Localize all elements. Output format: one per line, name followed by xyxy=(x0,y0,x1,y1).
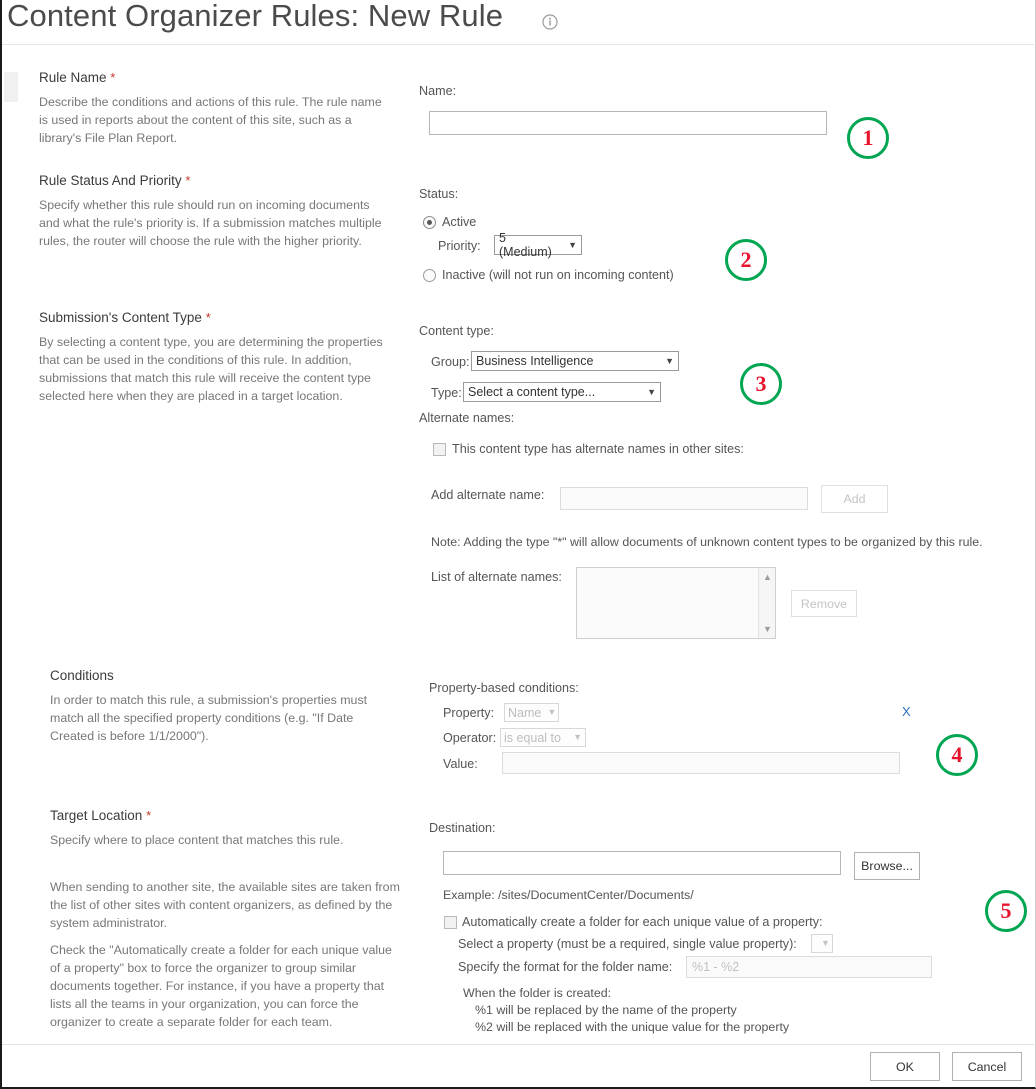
rule-name-input[interactable] xyxy=(429,111,827,135)
section-description-conditions: In order to match this rule, a submissio… xyxy=(50,693,368,743)
destination-input[interactable] xyxy=(443,851,841,875)
section-heading-rule-name: Rule Name * xyxy=(39,70,115,85)
group-label: Group: xyxy=(431,355,470,369)
type-select-value: Select a content type... xyxy=(468,385,596,399)
alternate-names-note: Note: Adding the type "*" will allow doc… xyxy=(431,535,983,549)
section-title-text: Conditions xyxy=(50,668,114,683)
select-property-label: Select a property (must be a required, s… xyxy=(458,937,797,951)
footer-divider xyxy=(2,1044,1036,1045)
radio-active[interactable] xyxy=(423,216,436,229)
operator-select-value: is equal to xyxy=(504,730,561,745)
property-select-value: Name xyxy=(508,705,542,720)
content-organizer-rule-page: Content Organizer Rules: New Rule Rule N… xyxy=(0,0,1036,1089)
add-alternate-name-input[interactable] xyxy=(560,487,808,510)
alternate-names-checkbox-label: This content type has alternate names in… xyxy=(452,442,744,456)
add-alternate-name-button[interactable]: Add xyxy=(821,485,888,513)
listbox-scrollbar[interactable]: ▲ ▼ xyxy=(758,568,775,638)
token-1-description: %1 will be replaced by the name of the p… xyxy=(475,1003,737,1017)
section-heading-target-location: Target Location * xyxy=(50,808,151,823)
section-heading-content-type: Submission's Content Type * xyxy=(39,310,211,325)
operator-label: Operator: xyxy=(443,731,497,745)
destination-example: Example: /sites/DocumentCenter/Documents… xyxy=(443,888,694,902)
group-select-value: Business Intelligence xyxy=(476,354,594,368)
section-title-text: Rule Status And Priority xyxy=(39,173,182,188)
alternate-names-checkbox[interactable] xyxy=(433,443,446,456)
chevron-down-icon: ▼ xyxy=(647,386,656,397)
value-label: Value: xyxy=(443,757,478,771)
folder-property-select[interactable]: ▼ xyxy=(811,934,833,953)
annotation-badge-3: 3 xyxy=(740,363,782,405)
annotation-badge-1: 1 xyxy=(847,117,889,159)
content-type-type-select[interactable]: Select a content type... ▼ xyxy=(463,382,661,402)
folder-name-format-input[interactable] xyxy=(686,956,932,978)
info-icon[interactable] xyxy=(542,14,558,30)
status-label: Status: xyxy=(419,187,459,201)
section-description-target-location-3: Check the "Automatically create a folder… xyxy=(50,943,392,1029)
priority-label: Priority: xyxy=(438,239,481,253)
scroll-down-icon[interactable]: ▼ xyxy=(759,622,776,636)
folder-name-format-label: Specify the format for the folder name: xyxy=(458,960,673,974)
name-field-label: Name: xyxy=(419,84,457,98)
required-asterisk: * xyxy=(146,808,152,823)
chevron-down-icon: ▼ xyxy=(665,355,674,366)
condition-property-select[interactable]: Name ▼ xyxy=(504,703,559,722)
section-description-target-location-2: When sending to another site, the availa… xyxy=(50,880,400,930)
alternate-names-listbox[interactable]: ▲ ▼ xyxy=(576,567,776,639)
annotation-badge-5: 5 xyxy=(985,890,1027,932)
auto-create-folder-checkbox[interactable] xyxy=(444,916,457,929)
destination-label: Destination: xyxy=(429,821,496,835)
section-title-text: Target Location xyxy=(50,808,143,823)
section-description-content-type: By selecting a content type, you are det… xyxy=(39,335,383,403)
content-type-group-select[interactable]: Business Intelligence ▼ xyxy=(471,351,679,371)
radio-inactive[interactable] xyxy=(423,269,436,282)
section-heading-rule-status: Rule Status And Priority * xyxy=(39,173,190,188)
content-type-label: Content type: xyxy=(419,324,494,338)
property-based-conditions-label: Property-based conditions: xyxy=(429,681,579,695)
annotation-badge-2: 2 xyxy=(725,239,767,281)
radio-active-label: Active xyxy=(442,215,477,229)
required-asterisk: * xyxy=(205,310,211,325)
priority-select[interactable]: 5 (Medium) ▼ xyxy=(494,231,582,259)
section-title-text: Rule Name xyxy=(39,70,107,85)
ok-button[interactable]: OK xyxy=(870,1052,940,1081)
auto-create-folder-label: Automatically create a folder for each u… xyxy=(462,915,823,929)
priority-select-value: 5 (Medium) xyxy=(499,231,552,259)
remove-condition-link[interactable]: X xyxy=(902,704,911,719)
scroll-up-icon[interactable]: ▲ xyxy=(759,570,776,584)
list-of-alternate-names-label: List of alternate names: xyxy=(431,570,562,584)
condition-value-input[interactable] xyxy=(502,752,900,774)
section-description-target-location: Specify where to place content that matc… xyxy=(50,833,344,847)
required-asterisk: * xyxy=(110,70,116,85)
title-divider xyxy=(2,44,1036,45)
title-bar: Content Organizer Rules: New Rule xyxy=(2,0,1036,45)
section-heading-conditions: Conditions xyxy=(50,668,114,683)
chevron-down-icon: ▼ xyxy=(547,707,557,717)
required-asterisk: * xyxy=(185,173,191,188)
page-title: Content Organizer Rules: New Rule xyxy=(7,0,504,33)
when-folder-created-label: When the folder is created: xyxy=(463,986,612,1000)
remove-alternate-name-button[interactable]: Remove xyxy=(791,590,857,617)
condition-operator-select[interactable]: is equal to ▼ xyxy=(500,728,586,747)
radio-inactive-label: Inactive (will not run on incoming conte… xyxy=(442,268,674,282)
chevron-down-icon: ▼ xyxy=(821,938,830,948)
cancel-button[interactable]: Cancel xyxy=(952,1052,1022,1081)
type-label: Type: xyxy=(431,386,462,400)
token-2-description: %2 will be replaced with the unique valu… xyxy=(475,1020,790,1034)
section-description-rule-status: Specify whether this rule should run on … xyxy=(39,198,382,248)
section-title-text: Submission's Content Type xyxy=(39,310,202,325)
chevron-down-icon: ▼ xyxy=(573,732,582,742)
section-description-rule-name: Describe the conditions and actions of t… xyxy=(39,95,382,145)
property-label: Property: xyxy=(443,706,495,720)
add-alternate-name-label: Add alternate name: xyxy=(431,488,545,502)
browse-button[interactable]: Browse... xyxy=(854,852,920,880)
chevron-down-icon: ▼ xyxy=(568,239,577,250)
alternate-names-label: Alternate names: xyxy=(419,411,515,425)
left-edge-nub xyxy=(4,72,18,102)
annotation-badge-4: 4 xyxy=(936,734,978,776)
